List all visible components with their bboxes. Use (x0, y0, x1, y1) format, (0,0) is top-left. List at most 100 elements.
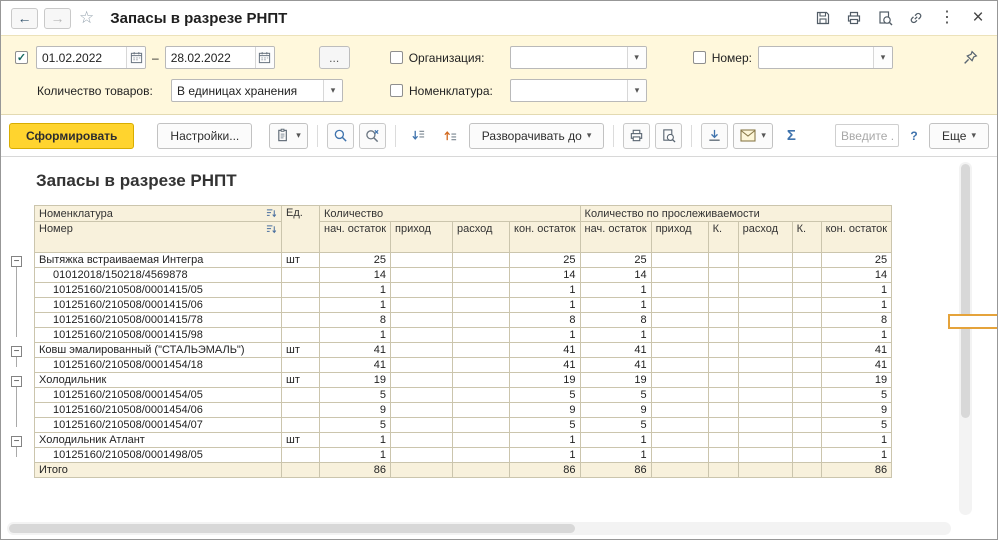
value-cell[interactable]: 41 (509, 342, 581, 358)
value-cell[interactable] (791, 387, 822, 403)
value-cell[interactable] (737, 417, 793, 433)
value-cell[interactable]: 1 (318, 447, 392, 463)
value-cell[interactable] (791, 267, 822, 283)
organization-input[interactable] (510, 47, 627, 68)
rnpt-number-cell[interactable]: 10125160/210508/0001415/98 (34, 327, 282, 343)
column-header[interactable]: кон. остаток (820, 221, 893, 253)
value-cell[interactable] (707, 327, 739, 343)
value-cell[interactable]: 8 (579, 312, 652, 328)
value-cell[interactable] (791, 312, 822, 328)
value-cell[interactable]: 19 (509, 372, 581, 388)
settings-button[interactable]: Настройки... (157, 122, 253, 149)
unit-cell[interactable]: шт (281, 252, 320, 268)
unit-cell[interactable] (281, 447, 320, 463)
organization-dropdown-button[interactable]: ▾ (626, 47, 646, 68)
value-cell[interactable]: 41 (579, 342, 652, 358)
get-link-button[interactable] (907, 9, 925, 27)
save-button[interactable] (814, 9, 832, 27)
value-cell[interactable] (707, 357, 739, 373)
value-cell[interactable]: 25 (820, 252, 893, 268)
date-from-calendar-button[interactable] (126, 47, 145, 68)
value-cell[interactable] (390, 297, 454, 313)
value-cell[interactable] (452, 267, 511, 283)
value-cell[interactable] (791, 327, 822, 343)
value-cell[interactable] (737, 357, 793, 373)
value-cell[interactable] (390, 372, 454, 388)
total-label-cell[interactable]: Итого (34, 462, 282, 478)
expand-all-groups-button[interactable] (437, 123, 464, 149)
collapse-group-toggle[interactable]: − (11, 345, 22, 357)
close-button[interactable]: × (969, 7, 987, 28)
value-cell[interactable]: 8 (509, 312, 581, 328)
value-cell[interactable]: 1 (318, 327, 392, 343)
value-cell[interactable]: 8 (318, 312, 392, 328)
value-cell[interactable] (650, 312, 709, 328)
value-cell[interactable]: 5 (820, 387, 893, 403)
unit-cell[interactable] (281, 312, 320, 328)
value-cell[interactable]: 86 (579, 462, 652, 478)
date-to-calendar-button[interactable] (254, 47, 274, 68)
value-cell[interactable] (650, 267, 709, 283)
value-cell[interactable]: 8 (820, 312, 893, 328)
value-cell[interactable] (707, 387, 739, 403)
value-cell[interactable] (791, 282, 822, 298)
column-header[interactable]: нач. остаток (579, 221, 652, 253)
value-cell[interactable] (737, 402, 793, 418)
value-cell[interactable]: 1 (509, 297, 581, 313)
value-cell[interactable] (791, 432, 822, 448)
number-dropdown-button[interactable]: ▾ (872, 47, 892, 68)
value-cell[interactable] (390, 357, 454, 373)
nomenclature-input[interactable] (511, 80, 627, 101)
column-header[interactable]: К. (707, 221, 739, 253)
value-cell[interactable] (390, 252, 454, 268)
value-cell[interactable]: 9 (318, 402, 392, 418)
value-cell[interactable] (650, 357, 709, 373)
value-cell[interactable] (390, 417, 454, 433)
value-cell[interactable]: 9 (509, 402, 581, 418)
number-input[interactable] (758, 47, 873, 68)
value-cell[interactable] (452, 312, 511, 328)
value-cell[interactable] (737, 447, 793, 463)
value-cell[interactable]: 19 (579, 372, 652, 388)
value-cell[interactable] (737, 432, 793, 448)
value-cell[interactable] (390, 432, 454, 448)
print-title-button[interactable] (845, 9, 863, 27)
value-cell[interactable]: 41 (579, 357, 652, 373)
value-cell[interactable]: 1 (509, 432, 581, 448)
value-cell[interactable] (650, 327, 709, 343)
value-cell[interactable]: 1 (579, 447, 652, 463)
value-cell[interactable] (650, 447, 709, 463)
value-cell[interactable]: 1 (820, 297, 893, 313)
rnpt-number-cell[interactable]: 10125160/210508/0001415/05 (34, 282, 282, 298)
pin-settings-button[interactable] (962, 49, 979, 66)
value-cell[interactable] (390, 462, 454, 478)
value-cell[interactable]: 1 (509, 327, 581, 343)
unit-cell[interactable] (281, 402, 320, 418)
value-cell[interactable]: 86 (820, 462, 893, 478)
rnpt-number-cell[interactable]: 10125160/210508/0001498/05 (34, 447, 282, 463)
value-cell[interactable] (791, 462, 822, 478)
cancel-search-button[interactable] (358, 122, 386, 149)
value-cell[interactable]: 1 (318, 297, 392, 313)
value-cell[interactable] (707, 372, 739, 388)
value-cell[interactable] (390, 402, 454, 418)
value-cell[interactable]: 14 (318, 267, 392, 283)
rnpt-number-cell[interactable]: 10125160/210508/0001415/78 (34, 312, 282, 328)
value-cell[interactable]: 1 (820, 327, 893, 343)
value-cell[interactable]: 1 (579, 327, 652, 343)
rnpt-number-cell[interactable]: 10125160/210508/0001415/06 (34, 297, 282, 313)
unit-cell[interactable] (281, 357, 320, 373)
column-header-number[interactable]: Номер (34, 221, 282, 253)
column-header[interactable]: кон. остаток (509, 221, 581, 253)
paste-variant-button[interactable]: ▾ (269, 122, 308, 149)
value-cell[interactable] (707, 282, 739, 298)
value-cell[interactable] (707, 342, 739, 358)
search-button[interactable] (326, 122, 354, 149)
value-cell[interactable]: 5 (318, 417, 392, 433)
value-cell[interactable] (737, 297, 793, 313)
value-cell[interactable] (390, 447, 454, 463)
value-cell[interactable] (452, 462, 511, 478)
horizontal-scrollbar[interactable] (7, 522, 951, 535)
value-cell[interactable]: 9 (579, 402, 652, 418)
value-cell[interactable] (707, 402, 739, 418)
